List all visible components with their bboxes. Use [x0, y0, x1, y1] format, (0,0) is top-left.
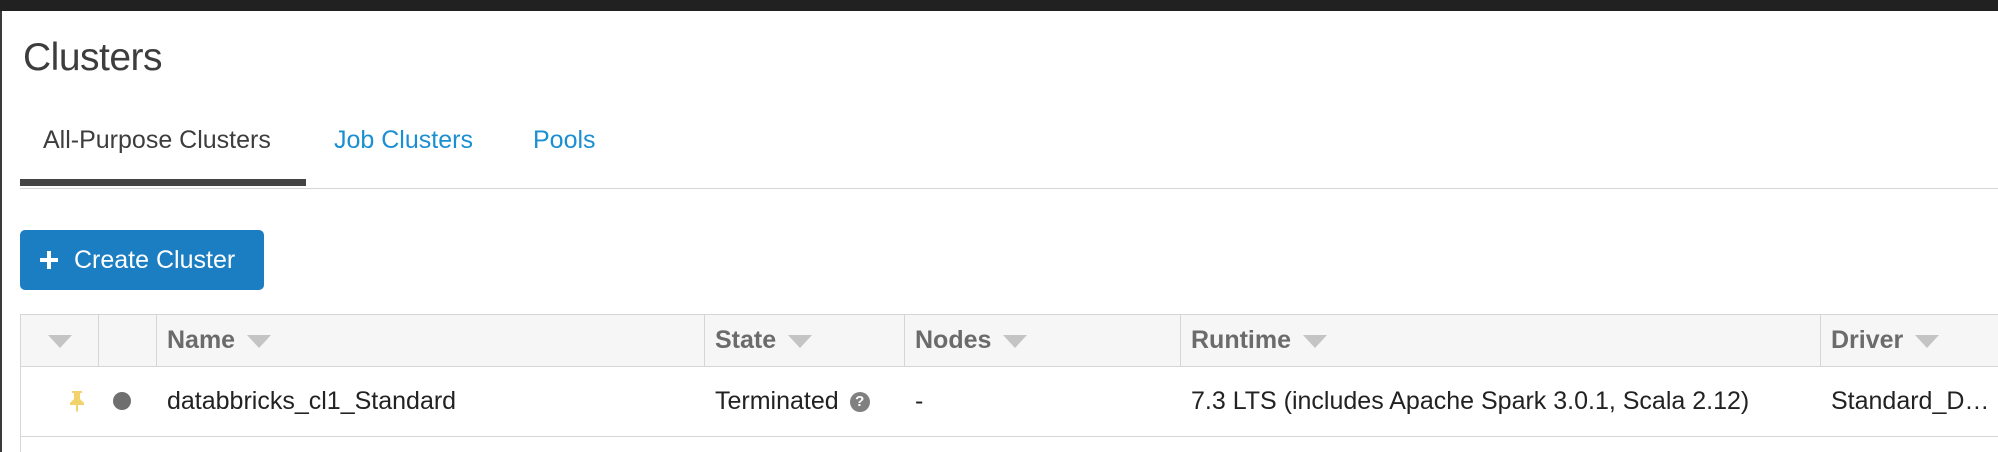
cluster-state-value: Terminated: [715, 387, 839, 415]
cluster-nodes-cell: -: [915, 387, 924, 415]
active-tab-indicator: [20, 179, 306, 186]
sort-caret-icon: [1003, 335, 1028, 348]
page-title: Clusters: [23, 36, 163, 79]
column-header-driver[interactable]: Driver: [1821, 315, 1998, 366]
pin-icon[interactable]: [67, 390, 87, 412]
cluster-tabs: All-Purpose Clusters Job Clusters Pools: [20, 112, 1998, 188]
sort-caret-icon: [47, 335, 72, 348]
sort-caret-icon: [1303, 335, 1327, 348]
cluster-driver-cell: Standard_D…: [1831, 387, 1990, 415]
top-bar: [0, 0, 1998, 11]
status-column-header: [99, 315, 157, 366]
table-header: Name State Nodes Runtime Driver: [21, 315, 1998, 367]
column-header-name[interactable]: Name: [157, 315, 705, 366]
sort-caret-icon: [247, 335, 272, 348]
plus-icon: [40, 251, 58, 269]
column-header-state-label: State: [715, 326, 777, 354]
status-dot-icon: [113, 392, 131, 410]
tab-pools[interactable]: Pools: [533, 126, 596, 155]
column-header-nodes-label: Nodes: [915, 326, 992, 354]
column-header-nodes[interactable]: Nodes: [905, 315, 1181, 366]
pin-column-header[interactable]: [21, 315, 99, 366]
tabs-divider: [20, 188, 1998, 189]
help-icon[interactable]: ?: [849, 391, 870, 412]
column-header-runtime-label: Runtime: [1191, 326, 1291, 354]
clusters-table: Name State Nodes Runtime Driver databbri…: [20, 314, 1998, 452]
column-header-state[interactable]: State: [705, 315, 905, 366]
column-header-name-label: Name: [167, 326, 236, 354]
cluster-runtime-cell: 7.3 LTS (includes Apache Spark 3.0.1, Sc…: [1191, 387, 1750, 415]
sort-caret-icon: [788, 335, 813, 348]
table-row[interactable]: databbricks_cl1_Standard Terminated ? - …: [21, 367, 1998, 437]
cluster-name-link[interactable]: databbricks_cl1_Standard: [167, 367, 697, 436]
cluster-state-cell: Terminated ?: [715, 367, 905, 436]
column-header-runtime[interactable]: Runtime: [1181, 315, 1821, 366]
column-header-driver-label: Driver: [1831, 326, 1904, 354]
sort-caret-icon: [1915, 335, 1940, 348]
create-cluster-button[interactable]: Create Cluster: [20, 230, 264, 290]
tab-all-purpose-clusters[interactable]: All-Purpose Clusters: [43, 126, 271, 155]
left-edge: [0, 11, 2, 452]
create-cluster-label: Create Cluster: [74, 245, 236, 274]
tab-job-clusters[interactable]: Job Clusters: [334, 126, 473, 155]
